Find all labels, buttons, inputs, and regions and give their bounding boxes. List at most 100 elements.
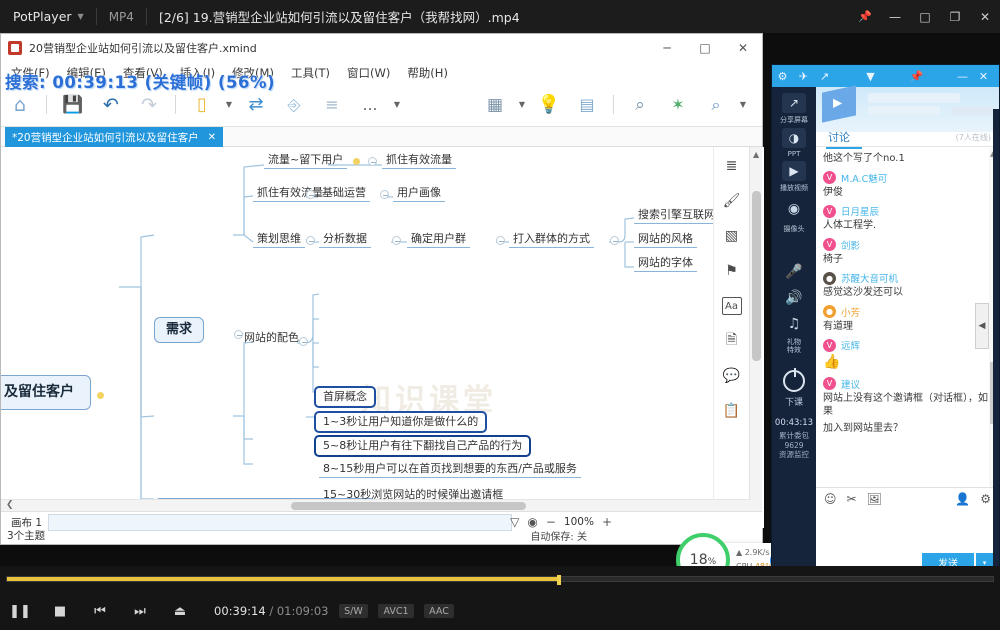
settings-icon[interactable]: ⚙: [772, 65, 793, 87]
summary-icon[interactable]: ≡: [317, 90, 347, 120]
chat-input-field[interactable]: [816, 510, 999, 550]
more-icon[interactable]: …: [355, 90, 385, 120]
mindmap-node-analyze-data[interactable]: 策划思维: [253, 231, 305, 249]
brush-icon[interactable]: 🖌: [722, 192, 742, 210]
chat-username[interactable]: 日月星辰: [841, 204, 879, 218]
mindmap-maximize-button[interactable]: □: [686, 34, 724, 62]
brainstorm-icon[interactable]: 💡: [534, 90, 564, 120]
scissors-icon[interactable]: ✂: [847, 492, 857, 506]
eject-button[interactable]: ⏏: [160, 592, 200, 630]
chat-username[interactable]: 小芳: [841, 305, 860, 319]
maximize-button[interactable]: □: [910, 0, 940, 33]
chat-username[interactable]: 剑影: [841, 238, 860, 252]
collapse-toggle-traffic[interactable]: [368, 157, 377, 166]
meeting-minimize-button[interactable]: —: [952, 65, 973, 87]
end-class-button[interactable]: 下课: [783, 368, 805, 408]
collapse-toggle-first-screen[interactable]: [299, 337, 308, 346]
horizontal-scroll-thumb[interactable]: [291, 502, 526, 510]
share-icon[interactable]: ✶: [663, 90, 693, 120]
home-icon[interactable]: ⌂: [5, 90, 35, 120]
eye-icon[interactable]: ◉: [527, 515, 537, 529]
export-icon[interactable]: ⌕: [701, 90, 731, 120]
collapse-toggle-basic-ops[interactable]: [306, 190, 315, 199]
mindmap-node-needs[interactable]: 用户画像: [393, 185, 445, 203]
speaker-icon[interactable]: 🔊: [779, 285, 809, 311]
notes-icon[interactable]: ▤: [572, 90, 602, 120]
play-video-button[interactable]: ▶ 播放视频: [779, 161, 809, 193]
mindmap-node-sec-8-15[interactable]: 5~8秒让用户有往下翻找自己产品的行为: [314, 435, 532, 458]
pin-icon[interactable]: 📌: [850, 0, 880, 33]
font-icon[interactable]: Aa: [721, 297, 742, 315]
redo-icon[interactable]: ↷: [134, 90, 164, 120]
topic-dropdown-caret-icon[interactable]: ▼: [224, 100, 234, 109]
collapse-toggle-seo-marketing[interactable]: [610, 236, 619, 245]
share-screen-button[interactable]: ↗ 分享屏幕: [779, 93, 809, 125]
ppt-button[interactable]: ◑ PPT: [779, 128, 809, 158]
dock-collapse-arrow-icon[interactable]: ◀: [975, 303, 989, 349]
stop-button[interactable]: ■: [40, 592, 80, 630]
mindmap-node-first-screen[interactable]: 网站的配色: [244, 331, 299, 344]
chat-message-list[interactable]: 他这个写了个no.1 V M.A.C魅可 伊俊 V 日月星辰 人体工程学. V …: [816, 148, 999, 511]
next-button[interactable]: ⏭: [120, 592, 160, 630]
collapse-toggle-analyze-data[interactable]: [306, 236, 315, 245]
meeting-close-button[interactable]: ✕: [973, 65, 994, 87]
seek-handle[interactable]: [557, 575, 562, 585]
marker-flag-icon[interactable]: ⚑: [722, 262, 742, 280]
image-icon[interactable]: ▧: [722, 227, 742, 245]
outline-icon[interactable]: ≣: [722, 157, 742, 175]
mindmap-node-sec-5-8[interactable]: 1~3秒让用户知道你是做什么的: [314, 411, 488, 434]
pause-button[interactable]: ❚❚: [0, 592, 40, 630]
task-icon[interactable]: 📋: [722, 402, 742, 420]
zoom-out-button[interactable]: −: [546, 515, 556, 529]
filter-icon[interactable]: ▽: [510, 515, 519, 529]
canvas-horizontal-scrollbar[interactable]: ❮: [1, 499, 751, 511]
tab-close-icon[interactable]: ✕: [208, 132, 216, 143]
undo-icon[interactable]: ↶: [96, 90, 126, 120]
mindmap-node-basic-ops[interactable]: 抓住有效流量: [253, 185, 327, 203]
comment-icon[interactable]: 💬: [722, 367, 742, 385]
menu-window[interactable]: 窗口(W): [347, 65, 390, 81]
video-play-icon[interactable]: [822, 85, 856, 123]
previous-button[interactable]: ⏮: [80, 592, 120, 630]
chat-username[interactable]: 苏醒大音可机: [841, 271, 898, 285]
mindmap-node-site-font[interactable]: 网站的风格: [634, 231, 697, 249]
share-out-icon[interactable]: ↗: [814, 65, 835, 87]
topic-icon[interactable]: ▯: [187, 90, 217, 120]
collapse-toggle-persona[interactable]: [380, 190, 389, 199]
mindmap-node-effective-traffic[interactable]: 抓住有效流量: [382, 152, 456, 170]
minimize-button[interactable]: —: [880, 0, 910, 33]
collapse-toggle-planning[interactable]: [234, 330, 243, 339]
microphone-icon[interactable]: 🎤: [779, 259, 809, 285]
collapse-toggle-enter-group[interactable]: [496, 236, 505, 245]
airplane-icon[interactable]: ✈: [793, 65, 814, 87]
chat-username[interactable]: 建议: [841, 377, 860, 391]
gear-icon[interactable]: ⚙: [980, 492, 991, 506]
mindmap-close-button[interactable]: ✕: [724, 34, 762, 62]
relationship-icon[interactable]: ⇄: [241, 90, 271, 120]
menu-help[interactable]: 帮助(H): [407, 65, 448, 81]
potplayer-menu-caret-icon[interactable]: ▼: [78, 12, 84, 21]
chat-username[interactable]: M.A.C魅可: [841, 171, 887, 185]
collapse-toggle-user-group[interactable]: [392, 236, 401, 245]
presentation-dropdown-caret-icon[interactable]: ▼: [517, 100, 527, 109]
meeting-video-preview[interactable]: [816, 85, 999, 132]
mindmap-node-enter-group[interactable]: 确定用户群: [407, 231, 470, 249]
mindmap-node-persona[interactable]: 基础运营: [318, 185, 370, 203]
scroll-up-icon[interactable]: ▲: [753, 150, 759, 159]
seek-bar[interactable]: [6, 575, 994, 585]
emoji-icon[interactable]: ☺: [824, 492, 837, 506]
mindmap-node-traffic[interactable]: 流量~留下用户: [264, 152, 348, 170]
save-icon[interactable]: 💾: [58, 90, 88, 120]
close-button[interactable]: ✕: [970, 0, 1000, 33]
export-dropdown-caret-icon[interactable]: ▼: [738, 100, 748, 109]
mindmap-node-sec-15-30[interactable]: 8~15秒用户可以在首页找到想要的东西/产品或服务: [319, 461, 581, 479]
mindmap-root-node[interactable]: 及留住客户: [1, 375, 91, 411]
zoom-in-button[interactable]: +: [602, 515, 612, 529]
mindmap-node-seo-marketing[interactable]: 打入群体的方式: [509, 231, 594, 249]
mindmap-node-planning[interactable]: 需求: [154, 317, 205, 344]
search-icon[interactable]: ⌕: [625, 90, 655, 120]
mindmap-node-site-color[interactable]: 网站的字体: [634, 255, 697, 273]
chevron-down-icon[interactable]: ▼: [860, 65, 881, 87]
member-icon[interactable]: 👤: [955, 492, 970, 506]
vertical-scroll-thumb[interactable]: [752, 191, 761, 361]
